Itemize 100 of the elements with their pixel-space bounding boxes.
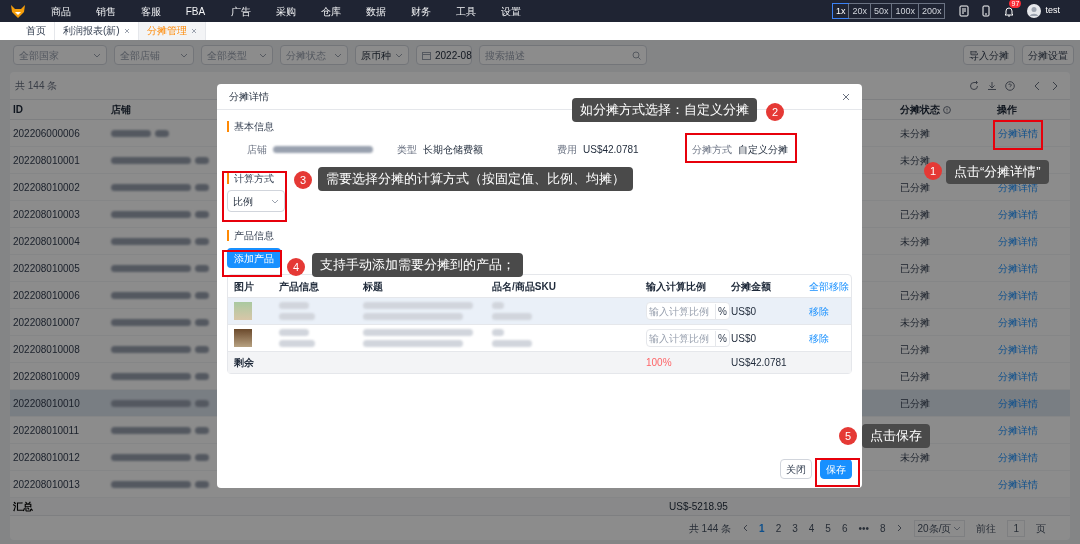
detail-link[interactable]: 分摊详情 xyxy=(998,127,1038,139)
nav-menu-item[interactable]: 数据 xyxy=(353,3,398,19)
ratio-input[interactable]: 输入计算比例 % xyxy=(646,302,730,320)
detail-link[interactable]: 分摊详情 xyxy=(998,235,1038,247)
page-tab[interactable]: 首页 xyxy=(18,22,55,40)
close-icon[interactable] xyxy=(842,92,850,101)
table-cell-text: 202208010007 xyxy=(12,315,81,330)
caret-down-icon xyxy=(395,52,403,58)
page-button[interactable]: ••• xyxy=(858,520,869,536)
avatar-icon[interactable] xyxy=(1027,4,1042,18)
action-button[interactable]: 分摊设置 xyxy=(1022,45,1074,65)
page-button[interactable]: 4 xyxy=(808,520,815,536)
detail-link[interactable]: 分摊详情 xyxy=(998,370,1038,382)
bell-icon[interactable] xyxy=(1003,5,1016,17)
detail-link[interactable]: 分摊详情 xyxy=(998,451,1038,463)
document-icon[interactable] xyxy=(958,5,971,17)
chevron-left-icon[interactable] xyxy=(1033,80,1041,91)
detail-link[interactable]: 分摊详情 xyxy=(998,262,1038,274)
nav-menu-item[interactable]: 商品 xyxy=(38,3,83,19)
highlight-frame xyxy=(815,458,860,487)
blurred-text xyxy=(195,156,209,164)
chevron-right-icon[interactable] xyxy=(896,524,903,532)
download-icon[interactable] xyxy=(987,80,997,91)
column-header: 输入计算比例 xyxy=(646,279,707,294)
column-header: 图片 xyxy=(234,279,255,294)
caret-down-icon xyxy=(334,52,342,58)
nav-menu-item[interactable]: 广告 xyxy=(218,3,263,19)
photo-placeholder xyxy=(234,302,252,320)
nav-menu-item[interactable]: 工具 xyxy=(443,3,488,19)
blurred-text xyxy=(195,453,209,461)
blurred-text xyxy=(279,340,315,347)
zoom-level-button[interactable]: 200x xyxy=(917,4,945,18)
save-button[interactable]: 保存 xyxy=(820,459,852,479)
column-header: 分摊金额 xyxy=(731,279,772,294)
remove-link[interactable]: 移除 xyxy=(809,305,829,317)
field-label: 店铺 xyxy=(247,142,267,157)
blurred-text xyxy=(195,264,209,272)
detail-link[interactable]: 分摊详情 xyxy=(998,424,1038,436)
user-name[interactable]: test xyxy=(1045,4,1060,18)
remove-link[interactable]: 移除 xyxy=(809,332,829,344)
page-button[interactable]: 1 xyxy=(759,520,765,536)
nav-menu-item[interactable]: 设置 xyxy=(488,3,533,19)
page-input[interactable]: 1 xyxy=(1007,519,1025,537)
detail-link[interactable]: 分摊详情 xyxy=(998,343,1038,355)
detail-link[interactable]: 分摊详情 xyxy=(998,289,1038,301)
summary-label: 汇总 xyxy=(12,500,34,514)
nav-menu-item[interactable]: 销售 xyxy=(83,3,128,19)
zoom-level-button[interactable]: 1x xyxy=(832,4,849,18)
page-button[interactable]: 8 xyxy=(879,520,886,536)
highlight-frame xyxy=(222,250,282,277)
search-icon xyxy=(632,50,641,60)
chevron-left-icon[interactable] xyxy=(742,524,749,532)
table-cell-text: 202208010011 xyxy=(12,423,80,438)
close-icon[interactable] xyxy=(123,28,130,34)
page-button[interactable]: 5 xyxy=(825,520,831,536)
table-cell-text: US$42.0781 xyxy=(731,356,788,370)
add-product-button[interactable]: 添加产品 xyxy=(227,248,281,268)
dialog-title: 分摊详情 xyxy=(229,90,269,104)
nav-menu-item[interactable]: 仓库 xyxy=(308,3,353,19)
nav-menu-item[interactable]: 财务 xyxy=(398,3,443,19)
table-cell-text: 202208010009 xyxy=(12,369,81,384)
status-text: 已分摊 xyxy=(900,208,930,220)
help-icon[interactable] xyxy=(943,105,951,114)
blurred-text xyxy=(195,291,209,299)
detail-link[interactable]: 分摊详情 xyxy=(998,316,1038,328)
close-icon[interactable] xyxy=(190,28,197,34)
ratio-input[interactable]: 输入计算比例 % xyxy=(646,329,730,347)
table-cell-text: 202208010010 xyxy=(12,396,81,411)
page-size-dropdown[interactable]: 20条/页 xyxy=(913,519,966,537)
help-icon[interactable] xyxy=(1005,80,1015,91)
zoom-level-button[interactable]: 100x xyxy=(891,4,918,18)
date-picker[interactable]: 2022-08 xyxy=(416,45,472,65)
page-button[interactable]: 6 xyxy=(841,520,848,536)
nav-menu-item[interactable]: 采购 xyxy=(263,3,308,19)
table-cell-text: 202208010003 xyxy=(12,207,81,222)
remove-all-link[interactable]: 全部移除 xyxy=(809,280,849,292)
page-tab[interactable]: 分摊管理 xyxy=(138,22,206,40)
select-dropdown[interactable]: 原币种 xyxy=(355,45,409,65)
status-text: 未分摊 xyxy=(900,127,930,139)
page-button[interactable]: 3 xyxy=(792,520,798,536)
close-button[interactable]: 关闭 xyxy=(780,459,812,479)
table-cell-text: 202208010001 xyxy=(12,153,81,168)
detail-link[interactable]: 分摊详情 xyxy=(998,478,1038,490)
callout-label: 点击保存 xyxy=(862,424,930,448)
phone-icon[interactable] xyxy=(980,5,993,17)
page-button[interactable]: 2 xyxy=(775,520,782,536)
zoom-level-button[interactable]: 20x xyxy=(848,4,870,18)
nav-menu-item[interactable]: 客服 xyxy=(128,3,173,19)
photo-placeholder xyxy=(234,329,252,347)
action-button[interactable]: 导入分摊 xyxy=(963,45,1015,65)
detail-link[interactable]: 分摊详情 xyxy=(998,208,1038,220)
nav-menu-item[interactable]: FBA xyxy=(173,3,218,19)
table-cell-text: 202208010008 xyxy=(12,342,81,357)
blurred-text xyxy=(279,313,315,320)
goto-suffix: 页 xyxy=(1036,521,1046,536)
zoom-level-button[interactable]: 50x xyxy=(869,4,892,18)
page-tab[interactable]: 利润报表(新) xyxy=(55,22,139,40)
refresh-icon[interactable] xyxy=(969,80,979,91)
chevron-right-icon[interactable] xyxy=(1051,80,1059,91)
blurred-text xyxy=(492,302,504,309)
